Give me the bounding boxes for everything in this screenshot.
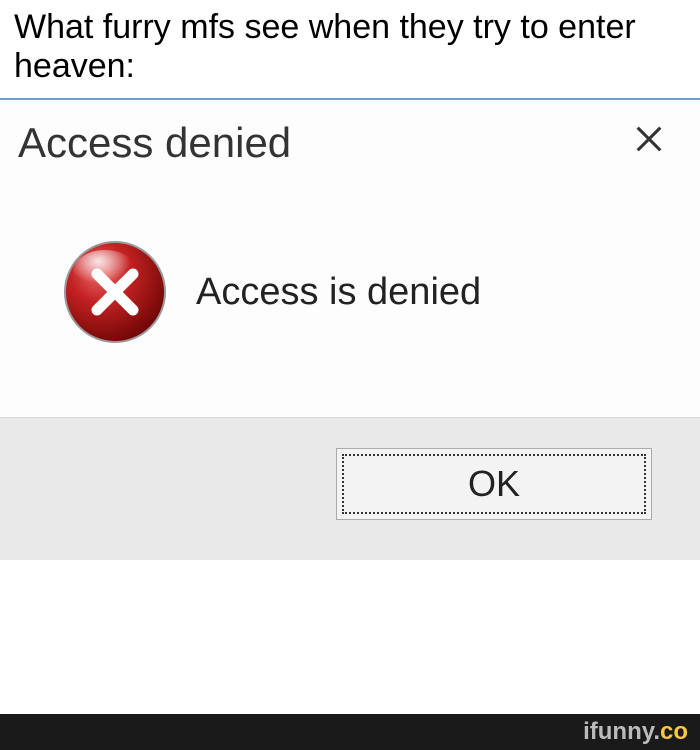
- meme-caption: What furry mfs see when they try to ente…: [0, 0, 700, 98]
- watermark-brand-prefix: ifunny.: [583, 718, 660, 745]
- error-icon: [60, 237, 170, 347]
- dialog-titlebar: Access denied: [0, 100, 700, 177]
- ok-button[interactable]: OK: [336, 448, 652, 520]
- dialog-footer: OK: [0, 417, 700, 560]
- dialog-body: Access is denied: [0, 177, 700, 417]
- watermark: ifunny.co: [0, 714, 700, 750]
- close-icon[interactable]: [624, 118, 674, 167]
- dialog-message: Access is denied: [196, 271, 481, 314]
- error-dialog: Access denied: [0, 100, 700, 560]
- dialog-title: Access denied: [18, 119, 291, 167]
- watermark-brand-suffix: co: [660, 718, 688, 745]
